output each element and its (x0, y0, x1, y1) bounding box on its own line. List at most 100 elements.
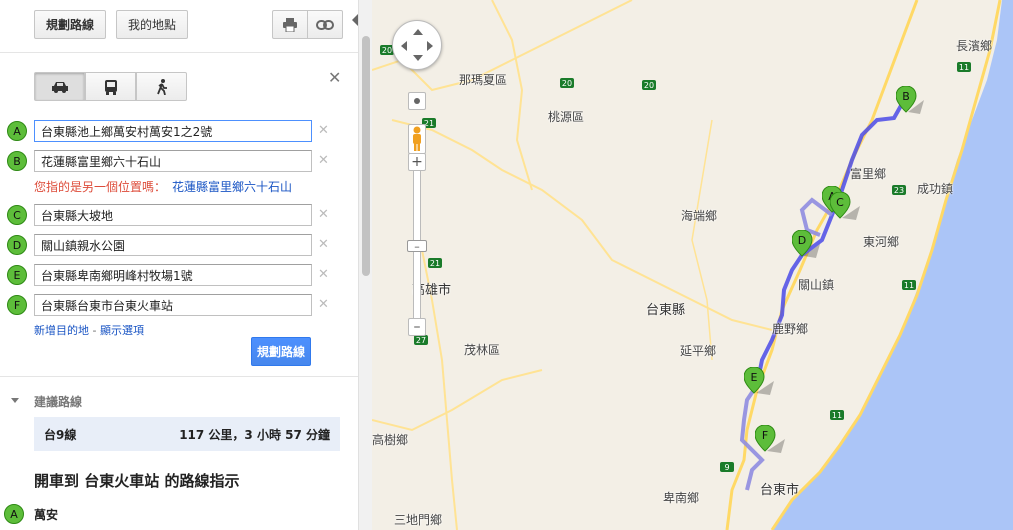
svg-text:20: 20 (562, 79, 572, 88)
map-label-taoyuan: 桃源區 (548, 110, 585, 124)
map-canvas[interactable]: 20 20 20 21 21 27 9 11 23 11 11 那瑪夏區 桃源區… (372, 0, 1013, 530)
waypoint-c-input[interactable] (34, 204, 312, 226)
collapse-triangle-icon[interactable] (11, 398, 19, 403)
pin-f-icon[interactable]: F (755, 425, 787, 461)
svg-text:23: 23 (894, 186, 904, 195)
print-button[interactable] (272, 10, 308, 39)
svg-text:C: C (836, 196, 844, 209)
waypoint-marker-f-icon: F (7, 295, 27, 315)
pin-b-icon[interactable]: B (896, 86, 924, 122)
map-label-beinan: 卑南鄉 (663, 491, 700, 505)
pin-c-icon[interactable]: C (830, 192, 862, 228)
add-destination-link[interactable]: 新增目的地 (34, 324, 89, 337)
toolbar-divider (0, 52, 358, 53)
start-marker-icon: A (4, 504, 24, 524)
svg-text:11: 11 (832, 411, 842, 420)
map-label-fuli: 富里鄉 (850, 167, 887, 181)
mode-transit-button[interactable] (85, 72, 136, 101)
plan-route-button[interactable]: 規劃路線 (251, 337, 311, 366)
suggested-routes-heading[interactable]: 建議路線 (34, 393, 82, 410)
svg-text:11: 11 (959, 63, 969, 72)
directions-title: 開車到 台東火車站 的路線指示 (34, 472, 240, 490)
waypoint-e-input[interactable] (34, 264, 312, 286)
show-options-link[interactable]: 顯示選項 (100, 324, 144, 337)
map-label-luye: 鹿野鄉 (772, 322, 809, 336)
map-label-haiduan: 海端鄉 (681, 209, 718, 223)
waypoint-f-input[interactable] (34, 294, 312, 316)
waypoint-d-input[interactable] (34, 234, 312, 256)
collapse-panel-icon[interactable] (352, 14, 358, 26)
svg-text:20: 20 (644, 81, 654, 90)
start-location-name: 萬安 (34, 508, 59, 522)
panel-scrollbar[interactable] (358, 0, 372, 530)
plan-route-tab-button[interactable]: 規劃路線 (34, 10, 106, 39)
map-label-nama: 那瑪夏區 (459, 73, 508, 87)
street-view-person-icon (413, 126, 421, 151)
close-directions-icon[interactable]: ✕ (328, 68, 341, 87)
svg-text:B: B (902, 90, 910, 103)
svg-text:D: D (798, 234, 806, 247)
svg-text:F: F (762, 429, 768, 442)
mode-car-button[interactable] (34, 72, 85, 101)
waypoint-a-input[interactable] (34, 120, 312, 142)
pan-left-icon[interactable] (401, 41, 407, 51)
did-you-mean-link[interactable]: 花蓮縣富里鄉六十石山 (172, 180, 292, 194)
link-icon (316, 19, 334, 30)
svg-text:20: 20 (382, 46, 392, 55)
section-divider (0, 376, 358, 377)
did-you-mean: 您指的是另一個位置嗎： 花蓮縣富里鄉六十石山 (34, 178, 292, 195)
svg-text:11: 11 (904, 281, 914, 290)
svg-text:27: 27 (416, 336, 426, 345)
recenter-button[interactable] (408, 92, 426, 110)
pin-d-icon[interactable]: D (792, 230, 822, 266)
pegman-icon[interactable] (408, 124, 426, 154)
pan-control[interactable] (392, 20, 442, 70)
route-option[interactable]: 台9線 117 公里，3 小時 57 分鐘 (34, 417, 340, 451)
svg-text:21: 21 (430, 259, 440, 268)
map-label-sandimen: 三地門鄉 (394, 513, 443, 527)
pin-e-icon[interactable]: E (744, 367, 776, 403)
pan-right-icon[interactable] (427, 41, 433, 51)
pan-up-icon[interactable] (413, 29, 423, 35)
mountain-road-6 (691, 119, 713, 361)
zoom-in-button[interactable]: + (408, 153, 426, 171)
pan-down-icon[interactable] (413, 55, 423, 61)
remove-waypoint-e-icon[interactable]: ✕ (318, 267, 329, 282)
waypoint-marker-a-icon: A (7, 121, 27, 141)
did-you-mean-text: 您指的是另一個位置嗎： (34, 180, 167, 194)
map-label-gaoshu: 高樹鄉 (372, 433, 409, 447)
mode-walk-button[interactable] (136, 72, 187, 101)
remove-waypoint-d-icon[interactable]: ✕ (318, 237, 329, 252)
remove-waypoint-a-icon[interactable]: ✕ (318, 123, 329, 138)
recenter-dot-icon (414, 98, 420, 104)
map-label-changbin: 長濱鄉 (956, 39, 993, 53)
zoom-out-button[interactable]: – (408, 318, 426, 336)
remove-waypoint-b-icon[interactable]: ✕ (318, 153, 329, 168)
car-icon (51, 81, 68, 93)
link-separator: - (89, 324, 100, 337)
map-label-chenggong: 成功鎮 (917, 182, 954, 196)
route-name: 台9線 (44, 427, 77, 442)
map-label-guanshan: 關山鎮 (798, 278, 835, 292)
bus-icon (104, 79, 117, 95)
link-button[interactable] (307, 10, 343, 39)
map-label-donghe: 東河鄉 (863, 235, 900, 249)
svg-text:E: E (751, 371, 758, 384)
waypoint-marker-d-icon: D (7, 235, 27, 255)
zoom-slider-thumb[interactable]: – (407, 240, 427, 253)
walking-icon (156, 78, 167, 95)
mountain-road-5 (491, 0, 533, 191)
scrollbar-thumb[interactable] (362, 36, 370, 276)
map-label-maolin: 茂林區 (464, 343, 501, 357)
waypoint-b-input[interactable] (34, 150, 312, 172)
map-label-yanping: 延平鄉 (680, 344, 717, 358)
remove-waypoint-c-icon[interactable]: ✕ (318, 207, 329, 222)
svg-text:9: 9 (724, 463, 729, 472)
mountain-road-2 (391, 119, 773, 331)
mountain-road-4 (372, 369, 543, 432)
waypoint-marker-c-icon: C (7, 205, 27, 225)
route-summary: 117 公里，3 小時 57 分鐘 (179, 427, 330, 442)
remove-waypoint-f-icon[interactable]: ✕ (318, 297, 329, 312)
waypoint-links: 新增目的地 - 顯示選項 (34, 322, 144, 338)
my-places-button[interactable]: 我的地點 (116, 10, 188, 39)
